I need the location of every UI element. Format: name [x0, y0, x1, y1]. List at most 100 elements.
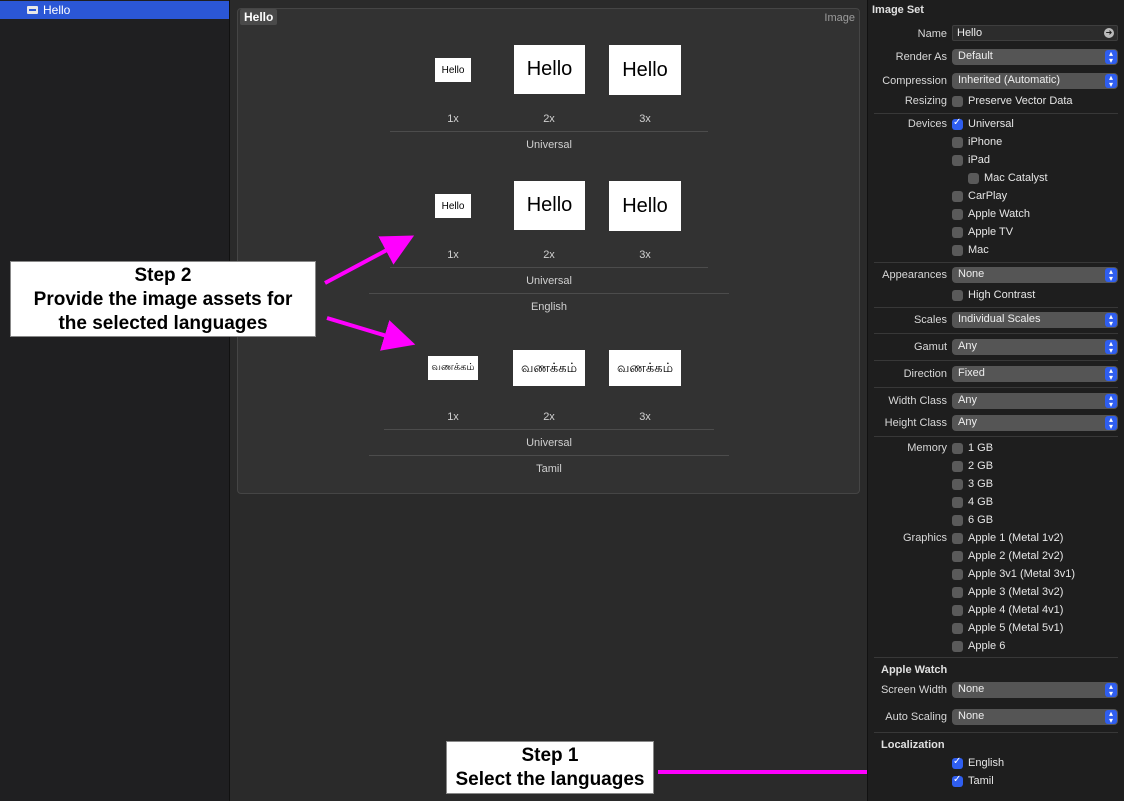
scales-label: Scales	[913, 314, 947, 326]
separator	[874, 262, 1118, 263]
graphics-apple5-checkbox[interactable]	[952, 623, 963, 634]
render-as-popup[interactable]: Default ▴ ▾	[952, 49, 1118, 65]
image-well-english-3x[interactable]: Hello	[609, 181, 681, 231]
device-mac-catalyst-checkbox[interactable]	[968, 173, 979, 184]
scale-label: 1x	[447, 249, 459, 261]
memory-option-label: 6 GB	[968, 514, 994, 526]
memory-1gb-checkbox[interactable]	[952, 443, 963, 454]
memory-label: Memory	[907, 442, 947, 454]
device-apple-watch-checkbox[interactable]	[952, 209, 963, 220]
graphics-apple4-checkbox[interactable]	[952, 605, 963, 616]
stepper-icon: ▴ ▾	[1105, 313, 1117, 328]
gamut-popup[interactable]: Any ▴ ▾	[952, 339, 1118, 355]
preserve-vector-checkbox[interactable]	[952, 96, 963, 107]
divider	[390, 131, 708, 132]
device-universal-checkbox[interactable]	[952, 117, 963, 130]
image-well-universal-3x[interactable]: Hello	[609, 45, 681, 95]
devices-label: Devices	[907, 118, 947, 130]
resizing-label: Resizing	[904, 95, 947, 107]
stepper-icon: ▴ ▾	[1105, 394, 1117, 409]
memory-option-label: 4 GB	[968, 496, 994, 508]
separator	[874, 732, 1118, 733]
preserve-vector-label: Preserve Vector Data	[968, 95, 1073, 107]
scale-label: 3x	[639, 411, 651, 423]
scale-label: 1x	[447, 113, 459, 125]
scale-label: 2x	[543, 113, 555, 125]
image-set-card: Hello Image Hello Hello Hello 1x 2x 3x U…	[237, 8, 860, 494]
memory-4gb-checkbox[interactable]	[952, 497, 963, 508]
image-well-universal-1x[interactable]: Hello	[435, 58, 471, 82]
graphics-apple6-checkbox[interactable]	[952, 641, 963, 652]
graphics-label: Graphics	[902, 532, 947, 544]
image-well-english-2x[interactable]: Hello	[514, 181, 585, 230]
separator	[874, 387, 1118, 388]
outline-item-hello[interactable]: Hello	[0, 1, 229, 19]
stepper-icon: ▴ ▾	[1105, 710, 1117, 725]
graphics-apple3v1-checkbox[interactable]	[952, 569, 963, 580]
localization-english-checkbox[interactable]	[952, 756, 963, 769]
scale-label: 1x	[447, 411, 459, 423]
device-apple-tv-label: Apple TV	[968, 226, 1014, 238]
arrow-right-icon[interactable]: ➜	[1104, 28, 1114, 38]
separator	[874, 113, 1118, 114]
device-ipad-label: iPad	[968, 154, 991, 166]
stepper-icon: ▴ ▾	[1105, 416, 1117, 431]
separator	[874, 436, 1118, 437]
image-set-kind: Image	[824, 12, 855, 24]
auto-scaling-label: Auto Scaling	[885, 711, 947, 723]
device-ipad-checkbox[interactable]	[952, 155, 963, 166]
image-well-tamil-1x[interactable]: வணக்கம்	[428, 356, 478, 380]
graphics-apple3-checkbox[interactable]	[952, 587, 963, 598]
device-mac-catalyst-label: Mac Catalyst	[984, 172, 1048, 184]
divider	[369, 293, 729, 294]
separator	[874, 307, 1118, 308]
memory-option-label: 3 GB	[968, 478, 994, 490]
outline-item-label: Hello	[43, 3, 71, 17]
separator	[874, 657, 1118, 658]
graphics-apple1-checkbox[interactable]	[952, 533, 963, 544]
device-mac-label: Mac	[968, 244, 989, 256]
device-label: Universal	[526, 139, 572, 151]
device-carplay-checkbox[interactable]	[952, 191, 963, 202]
stepper-icon: ▴ ▾	[1105, 340, 1117, 355]
width-class-popup[interactable]: Any ▴ ▾	[952, 393, 1118, 409]
memory-3gb-checkbox[interactable]	[952, 479, 963, 490]
high-contrast-label: High Contrast	[968, 289, 1036, 301]
language-label: Tamil	[536, 463, 562, 475]
high-contrast-checkbox[interactable]	[952, 290, 963, 301]
height-class-popup[interactable]: Any ▴ ▾	[952, 415, 1118, 431]
graphics-apple2-checkbox[interactable]	[952, 551, 963, 562]
screen-width-label: Screen Width	[880, 684, 947, 696]
memory-2gb-checkbox[interactable]	[952, 461, 963, 472]
screen-width-popup[interactable]: None ▴ ▾	[952, 682, 1118, 698]
image-well-tamil-2x[interactable]: வணக்கம்	[513, 350, 585, 386]
appearances-popup[interactable]: None ▴ ▾	[952, 267, 1118, 283]
image-set-icon	[27, 6, 38, 14]
device-apple-tv-checkbox[interactable]	[952, 227, 963, 238]
localization-tamil-label: Tamil	[968, 775, 994, 787]
device-mac-checkbox[interactable]	[952, 245, 963, 256]
compression-popup[interactable]: Inherited (Automatic) ▴ ▾	[952, 73, 1118, 89]
device-label: Universal	[526, 275, 572, 287]
device-iphone-checkbox[interactable]	[952, 137, 963, 148]
image-well-tamil-3x[interactable]: வணக்கம்	[609, 350, 681, 386]
step1-callout: Step 1 Select the languages	[446, 741, 654, 794]
memory-option-label: 1 GB	[968, 442, 994, 454]
direction-popup[interactable]: Fixed ▴ ▾	[952, 366, 1118, 382]
auto-scaling-popup[interactable]: None ▴ ▾	[952, 709, 1118, 725]
image-well-english-1x[interactable]: Hello	[435, 194, 471, 218]
stepper-icon: ▴ ▾	[1105, 367, 1117, 382]
image-well-universal-2x[interactable]: Hello	[514, 45, 585, 94]
graphics-option-label: Apple 6	[968, 640, 1006, 652]
scales-popup[interactable]: Individual Scales ▴ ▾	[952, 312, 1118, 328]
name-label: Name	[917, 28, 947, 40]
asset-outline: Hello	[0, 0, 230, 801]
separator	[874, 333, 1118, 334]
height-class-label: Height Class	[884, 417, 947, 429]
localization-tamil-checkbox[interactable]	[952, 774, 963, 787]
image-set-name: Hello	[240, 9, 278, 25]
memory-6gb-checkbox[interactable]	[952, 515, 963, 526]
render-as-label: Render As	[895, 51, 947, 63]
name-field[interactable]: Hello ➜	[952, 25, 1118, 41]
device-universal-label: Universal	[968, 118, 1014, 130]
